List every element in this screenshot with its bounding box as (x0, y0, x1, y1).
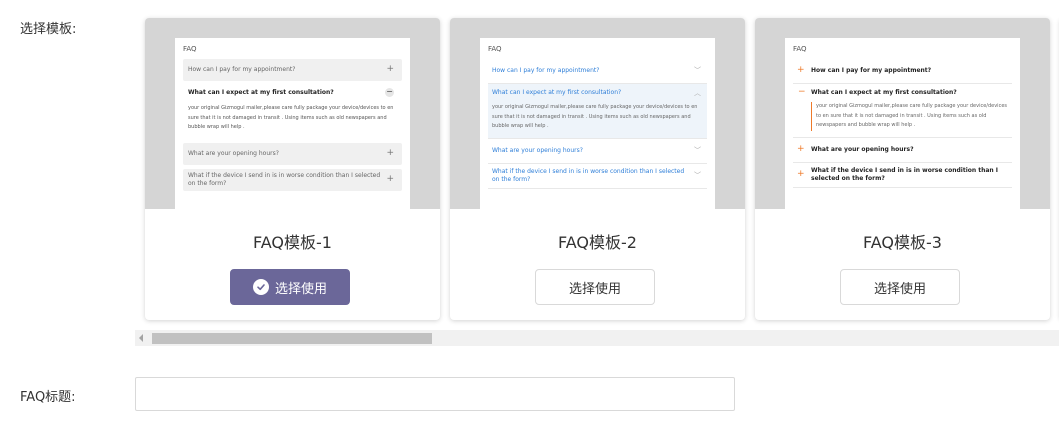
faq-question: What if the device I send in is in worse… (188, 171, 381, 187)
chevron-down-icon: ﹀ (694, 170, 701, 179)
faq-title-input[interactable] (135, 377, 735, 411)
faq-question: How can I pay for my appointment? (492, 67, 600, 75)
faq-item: How can I pay for my appointment? + (183, 59, 402, 81)
template-name: FAQ模板-2 (558, 233, 637, 252)
faq-item: + How can I pay for my appointment? (793, 59, 1012, 84)
template-preview-3: FAQ + How can I pay for my appointment? … (755, 18, 1050, 209)
preview-heading: FAQ (488, 45, 502, 53)
template-preview-1: FAQ How can I pay for my appointment? + … (145, 18, 440, 209)
minus-icon: − (798, 87, 806, 97)
faq-answer: your original Gizmogul mailer,please car… (492, 104, 698, 129)
faq-item: + What are your opening hours? (793, 138, 1012, 163)
faq-item: What if the device I send in is in worse… (488, 164, 707, 189)
plus-icon: + (386, 147, 394, 158)
faq-item-open: − What can I expect at my first consulta… (793, 84, 1012, 138)
template-card-3[interactable]: FAQ + How can I pay for my appointment? … (755, 18, 1050, 320)
plus-icon: + (386, 173, 394, 184)
template-name: FAQ模板-1 (253, 233, 332, 252)
faq-item: What if the device I send in is in worse… (183, 168, 402, 191)
select-template-button-2[interactable]: 选择使用 (535, 269, 655, 305)
chevron-down-icon: ﹀ (694, 145, 701, 154)
faq-question: What are your opening hours? (188, 149, 279, 157)
faq-item: What are your opening hours? + (183, 142, 402, 165)
faq-item: What are your opening hours? ﹀ (488, 139, 707, 164)
chevron-up-icon: ︿ (694, 89, 701, 97)
preview-sheet: FAQ How can I pay for my appointment? + … (175, 38, 410, 209)
preview-heading: FAQ (793, 45, 807, 53)
faq-item: How can I pay for my appointment? ﹀ (488, 59, 707, 84)
chevron-down-icon: ﹀ (694, 66, 701, 75)
minus-icon: − (385, 87, 394, 97)
template-preview-2: FAQ How can I pay for my appointment? ﹀ … (450, 18, 745, 209)
faq-answer: your original Gizmogul mailer,please car… (188, 105, 394, 130)
plus-icon: + (797, 65, 805, 76)
triangle-left-icon[interactable] (139, 334, 143, 342)
faq-question: What can I expect at my first consultati… (188, 89, 334, 96)
template-carousel: FAQ How can I pay for my appointment? + … (135, 12, 1059, 330)
faq-item: + What if the device I send in is in wor… (793, 163, 1012, 188)
select-template-button-1[interactable]: 选择使用 (230, 269, 350, 305)
template-card-1[interactable]: FAQ How can I pay for my appointment? + … (145, 18, 440, 320)
preview-heading: FAQ (183, 45, 197, 53)
faq-question: What are your opening hours? (492, 146, 583, 154)
template-name: FAQ模板-3 (863, 233, 942, 252)
carousel-scrollbar[interactable] (135, 330, 1059, 346)
faq-item-open: What can I expect at my first consultati… (183, 85, 402, 139)
preview-sheet: FAQ + How can I pay for my appointment? … (785, 38, 1020, 209)
faq-question: How can I pay for my appointment? (811, 67, 932, 75)
faq-question: What can I expect at my first consultati… (492, 89, 622, 96)
template-card-2[interactable]: FAQ How can I pay for my appointment? ﹀ … (450, 18, 745, 320)
faq-item-open: What can I expect at my first consultati… (488, 84, 707, 139)
plus-icon: + (797, 143, 805, 154)
faq-question: What if the device I send in is in worse… (492, 167, 685, 183)
faq-question: What are your opening hours? (811, 145, 914, 153)
button-label: 选择使用 (274, 281, 327, 297)
select-template-button-3[interactable]: 选择使用 (840, 269, 960, 305)
faq-question: How can I pay for my appointment? (188, 66, 296, 74)
scrollbar-thumb[interactable] (152, 333, 432, 344)
template-label: 选择模板: (20, 22, 77, 37)
faq-question: What can I expect at my first consultati… (811, 89, 957, 96)
faq-title-label: FAQ标题: (20, 390, 76, 405)
plus-icon: + (797, 168, 805, 179)
faq-question: What if the device I send in is in worse… (811, 166, 999, 182)
preview-sheet: FAQ How can I pay for my appointment? ﹀ … (480, 38, 715, 209)
plus-icon: + (386, 64, 394, 75)
check-circle-icon (252, 279, 269, 295)
faq-answer: your original Gizmogul mailer,please car… (811, 102, 1008, 131)
